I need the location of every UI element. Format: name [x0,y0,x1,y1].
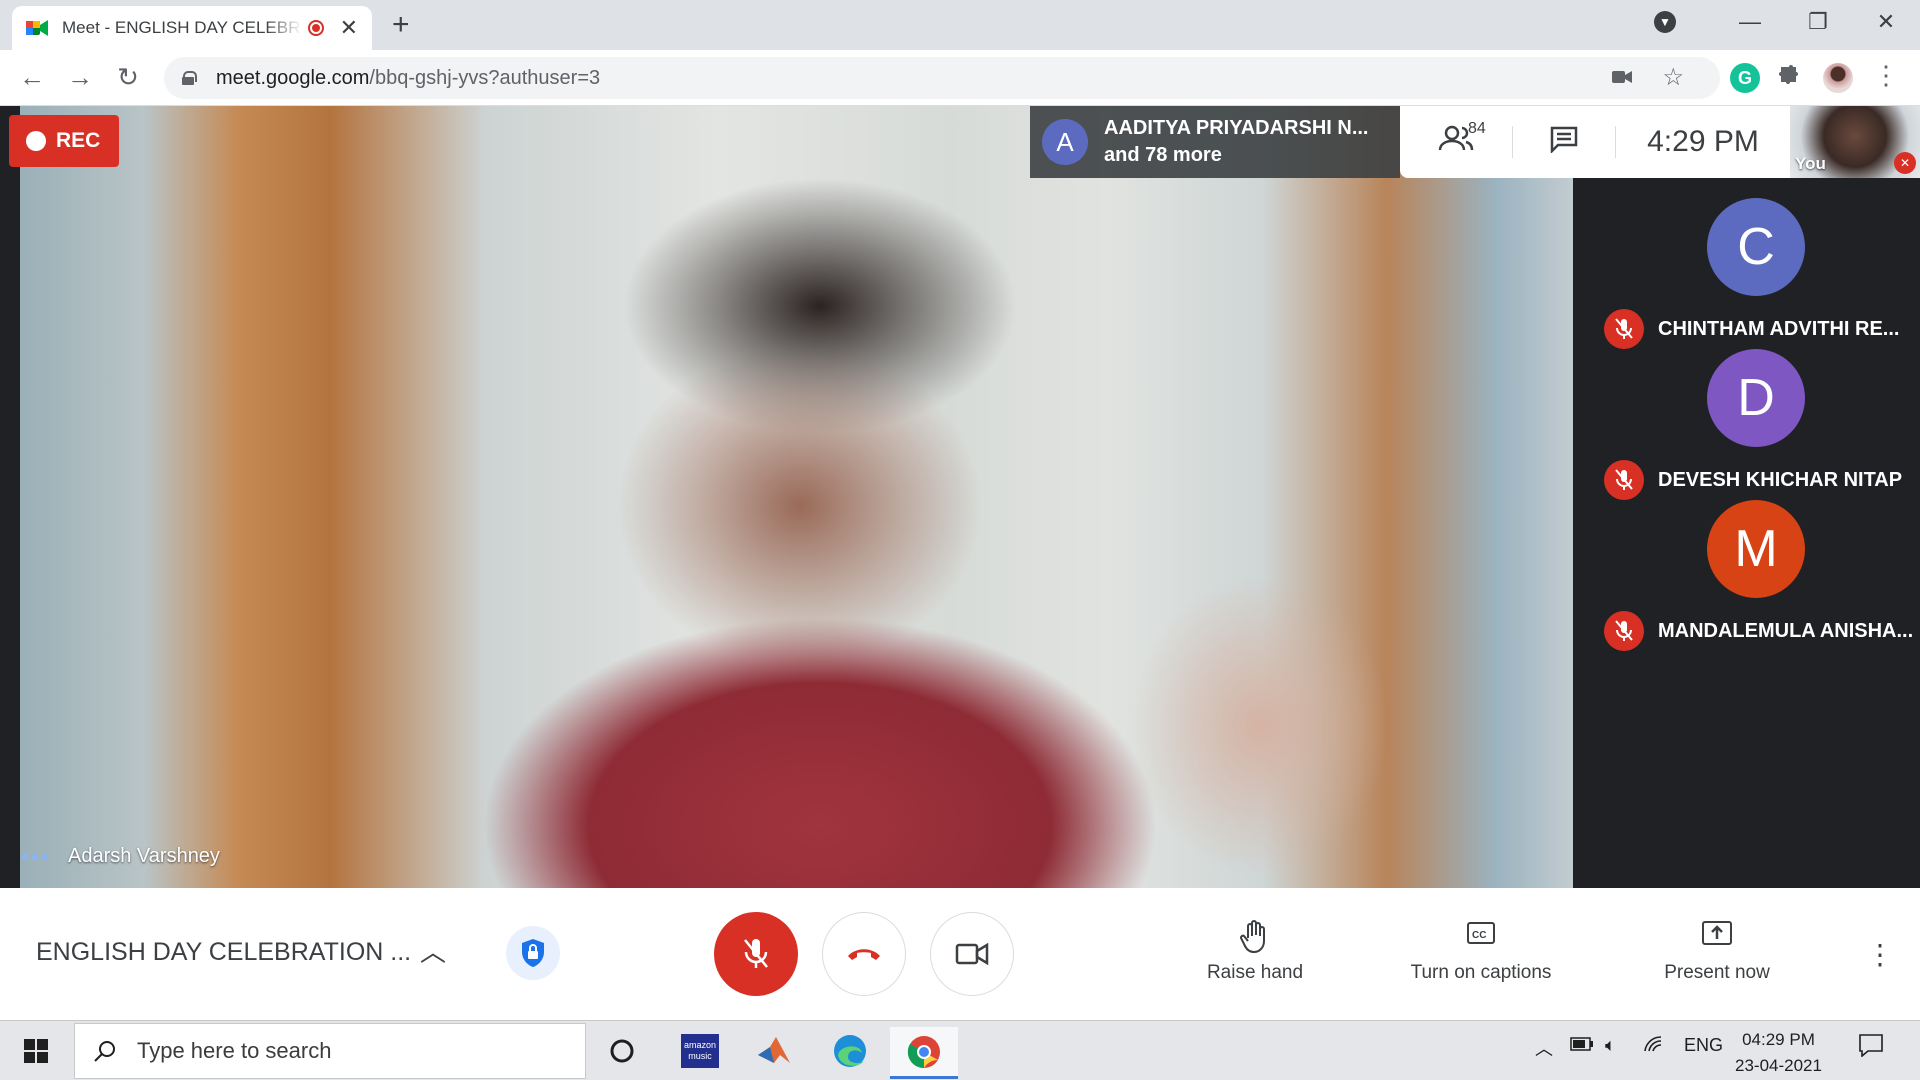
input-language[interactable]: ENG [1684,1035,1723,1056]
speaker-name: Adarsh Varshney [68,845,220,867]
search-icon [94,1041,115,1062]
unmute-microphone-button[interactable] [714,912,798,996]
present-screen-icon [1652,920,1782,956]
svg-text:CC: CC [1472,930,1486,941]
profile-avatar[interactable] [1823,63,1853,93]
close-tab-icon[interactable]: ✕ [340,15,358,41]
grammarly-extension-icon[interactable]: G [1730,63,1760,93]
main-speaker-video: Adarsh Varshney [20,106,1573,888]
meeting-details-chevron-up-icon[interactable]: ︿ [420,932,446,969]
present-now-button[interactable]: Present now [1652,920,1782,984]
matlab-icon[interactable] [752,1029,796,1073]
chat-icon [1550,126,1578,154]
back-icon[interactable]: ← [16,62,48,93]
notifications-icon[interactable] [1858,1033,1884,1062]
participant-tile[interactable]: M MANDALEMULA ANISHA... [1592,480,1920,665]
search-placeholder: Type here to search [137,1038,332,1063]
muted-mic-icon: ✕ [1894,152,1916,174]
recording-indicator-icon [307,20,324,36]
new-tab-button[interactable]: + [392,8,410,42]
google-meet-icon [26,19,48,37]
volume-icon[interactable]: 🔈︎ [1605,1035,1616,1056]
leave-call-button[interactable] [822,912,906,996]
reload-icon[interactable]: ↻ [112,62,144,93]
lock-icon[interactable] [182,71,197,85]
browser-toolbar: ← → ↻ meet.google.com/bbq-gshj-yvs?authu… [0,50,1920,106]
url-path: /bbq-gshj-yvs?authuser=3 [369,66,601,89]
participants-summary[interactable]: A AADITYA PRIYADARSHI N... and 78 more [1030,106,1400,178]
chrome-browser-icon[interactable] [890,1027,958,1079]
taskbar-search-box[interactable]: Type here to search [74,1023,586,1079]
close-window-icon[interactable]: ✕ [1852,9,1920,35]
hand-icon [1200,920,1310,956]
participant-avatar: A [1042,119,1088,165]
browser-tab-bar: Meet - ENGLISH DAY CELEBRATION ✕ + ▼ — ❐… [0,0,1920,50]
address-bar[interactable]: meet.google.com/bbq-gshj-yvs?authuser=3 … [164,57,1720,99]
speaking-indicator-icon [22,853,48,860]
edge-browser-icon[interactable] [828,1029,872,1073]
bookmark-star-icon[interactable]: ☆ [1662,63,1684,92]
participant-avatar: D [1707,349,1805,447]
url-host: meet.google.com [216,66,370,89]
host-controls-shield-icon[interactable] [506,926,560,980]
meet-controls-bar: ENGLISH DAY CELEBRATION ... ︿ Raise hand… [0,888,1920,1020]
mic-off-icon [744,939,768,968]
forward-icon[interactable]: → [64,62,96,93]
participant-avatar: C [1707,198,1805,296]
muted-mic-icon [1604,611,1644,651]
clock-time: 04:29 PM [1742,1030,1815,1049]
record-dot-icon [26,131,46,151]
presenting-more: and 78 more [1104,144,1222,166]
restore-icon[interactable]: ❐ [1784,9,1852,35]
participant-name: MANDALEMULA ANISHA... [1658,619,1914,642]
extensions-puzzle-icon[interactable] [1777,63,1807,93]
show-hidden-icons-chevron-icon[interactable]: ︿ [1535,1035,1553,1061]
meeting-clock: 4:29 PM [1647,125,1759,158]
wifi-icon[interactable] [1643,1035,1665,1058]
recording-badge: REC [9,115,119,167]
clock-date: 23-04-2021 [1735,1056,1822,1075]
amazon-music-icon[interactable]: amazon music [678,1029,722,1073]
camera-in-use-icon[interactable] [1612,67,1632,90]
present-now-label: Present now [1664,962,1770,983]
captions-label: Turn on captions [1410,962,1552,983]
meet-stage: Adarsh Varshney REC A AADITYA PRIYADARSH… [0,106,1920,888]
chat-button[interactable] [1513,125,1615,160]
raise-hand-button[interactable]: Raise hand [1200,920,1310,984]
windows-start-icon[interactable] [24,1039,48,1063]
meet-top-bar: 84 4:29 PM [1400,106,1790,178]
captions-button[interactable]: CC Turn on captions [1396,920,1566,984]
participant-tiles: C CHINTHAM ADVITHI RE... D DEVESH KHICHA… [1592,178,1920,726]
tab-search-icon[interactable]: ▼ [1654,11,1676,33]
browser-tab-meet[interactable]: Meet - ENGLISH DAY CELEBRATION ✕ [12,6,372,50]
self-label: You [1795,154,1826,173]
system-clock[interactable]: 04:29 PM 23-04-2021 [1735,1027,1822,1079]
speaker-label: Adarsh Varshney [22,845,220,868]
video-camera-icon [955,942,989,966]
closed-captions-icon: CC [1396,920,1566,956]
rec-label: REC [56,129,101,152]
hang-up-icon [848,949,880,960]
browser-menu-icon[interactable]: ⋮ [1870,60,1902,91]
window-controls: ▼ — ❐ ✕ [1654,0,1920,44]
participant-avatar: M [1707,500,1805,598]
participant-count: 84 [1468,120,1486,137]
meeting-title[interactable]: ENGLISH DAY CELEBRATION ... [36,938,411,967]
camera-toggle-button[interactable] [930,912,1014,996]
battery-icon[interactable] [1570,1035,1594,1056]
self-video-tile[interactable]: You ✕ [1790,106,1920,178]
people-button[interactable]: 84 [1400,120,1512,160]
presenting-name: AADITYA PRIYADARSHI N... [1104,117,1369,139]
more-options-icon[interactable]: ⋮ [1866,938,1894,971]
cortana-circle-icon[interactable] [600,1029,644,1073]
minimize-icon[interactable]: — [1716,9,1784,35]
tab-title: Meet - ENGLISH DAY CELEBRATION [62,18,302,37]
raise-hand-label: Raise hand [1206,962,1304,983]
windows-taskbar: Type here to search amazon music ︿ 🔈︎ ENG… [0,1020,1920,1080]
